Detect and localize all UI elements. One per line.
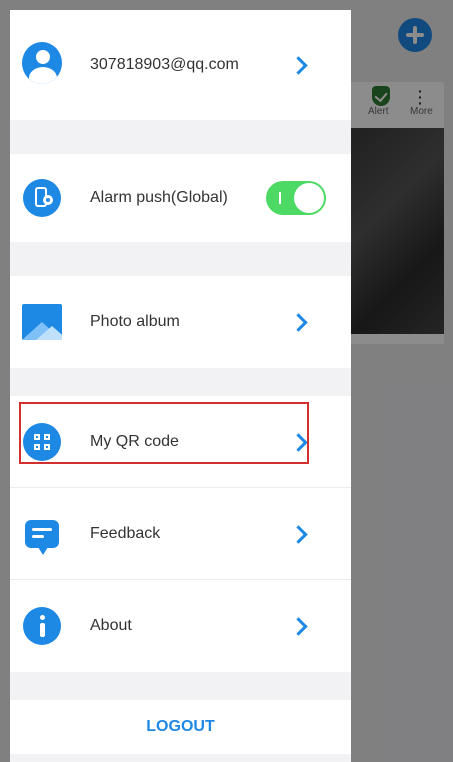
section-gap	[10, 672, 351, 700]
menu-item-feedback[interactable]: Feedback	[10, 488, 351, 580]
section-gap	[10, 120, 351, 154]
menu-item-about[interactable]: About	[10, 580, 351, 672]
avatar-icon	[22, 42, 62, 84]
alarm-push-label: Alarm push(Global)	[90, 189, 228, 206]
chevron-right-icon	[289, 617, 308, 636]
section-gap	[10, 242, 351, 276]
alarm-phone-icon	[22, 178, 62, 218]
qr-code-icon	[22, 422, 62, 462]
alarm-push-row: Alarm push(Global)	[10, 154, 351, 242]
menu-item-label: About	[90, 617, 132, 634]
feedback-icon	[22, 514, 62, 555]
menu-item-label: Feedback	[90, 525, 161, 542]
section-gap	[10, 368, 351, 396]
account-email: 307818903@qq.com	[90, 56, 239, 73]
account-row[interactable]: 307818903@qq.com	[10, 10, 351, 120]
photo-album-icon	[22, 302, 62, 342]
chevron-right-icon	[289, 433, 308, 452]
menu-item-my-qr-code[interactable]: My QR code	[10, 396, 351, 488]
side-drawer: 307818903@qq.com Alarm push(Global) Phot…	[10, 10, 351, 762]
chevron-right-icon	[289, 56, 308, 75]
chevron-right-icon	[289, 525, 308, 544]
menu-item-photo-album[interactable]: Photo album	[10, 276, 351, 368]
alarm-push-toggle[interactable]	[266, 181, 326, 215]
info-icon	[22, 606, 62, 646]
menu-item-label: Photo album	[90, 313, 180, 330]
chevron-right-icon	[289, 313, 308, 332]
menu-item-label: My QR code	[90, 433, 179, 450]
logout-row[interactable]: LOGOUT	[10, 700, 351, 754]
logout-button[interactable]: LOGOUT	[10, 718, 351, 736]
